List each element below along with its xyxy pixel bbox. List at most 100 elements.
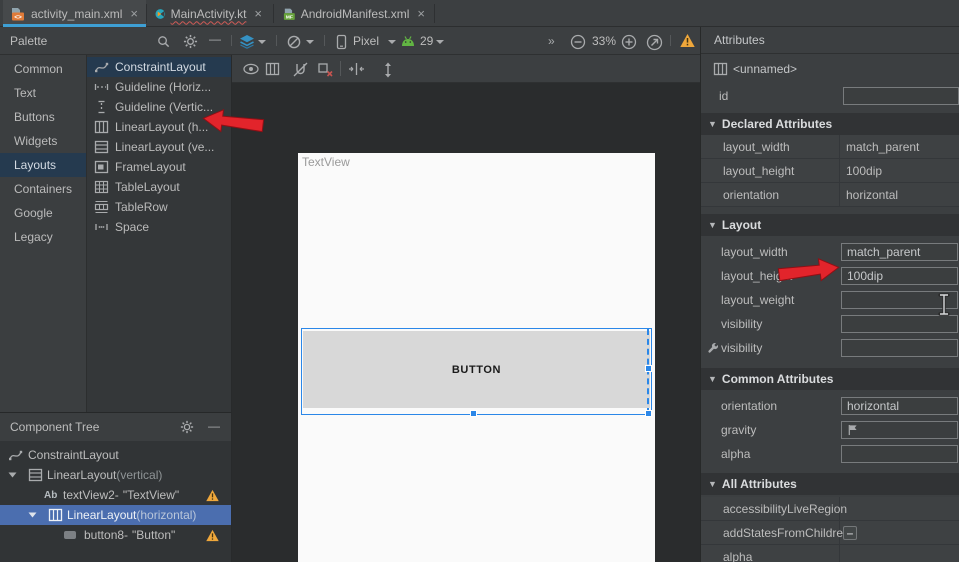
- palette-category-buttons[interactable]: Buttons: [0, 105, 86, 129]
- search-icon[interactable]: [156, 34, 171, 49]
- attribute-row[interactable]: layout_height 100dip: [701, 159, 959, 183]
- attribute-row[interactable]: addStatesFromChildren –: [701, 521, 959, 545]
- collapse-triangle-icon[interactable]: ▼: [708, 119, 717, 129]
- palette-item-framelayout[interactable]: FrameLayout: [87, 157, 231, 177]
- collapse-triangle-icon[interactable]: ▼: [708, 220, 717, 230]
- layout-weight-input[interactable]: [841, 291, 958, 309]
- palette-item-tablelayout[interactable]: TableLayout: [87, 177, 231, 197]
- warning-icon: [205, 489, 220, 502]
- chevron-down-icon[interactable]: [388, 40, 396, 44]
- tree-node-button8[interactable]: button8- "Button": [0, 525, 231, 545]
- designer-toolbar: Palette —: [0, 27, 700, 55]
- palette-category-layouts[interactable]: Layouts: [0, 153, 86, 177]
- zoom-out-icon[interactable]: [570, 34, 586, 50]
- attribute-row[interactable]: layout_width match_parent: [701, 135, 959, 159]
- clear-constraints-icon[interactable]: [317, 62, 334, 78]
- gear-icon[interactable]: [180, 420, 194, 434]
- autoconnect-off-magnet-icon[interactable]: [292, 62, 309, 78]
- android-api-icon[interactable]: [400, 36, 416, 47]
- alpha-row: alpha: [701, 442, 959, 466]
- close-icon[interactable]: ×: [130, 6, 138, 21]
- palette-category-containers[interactable]: Containers: [0, 177, 86, 201]
- chevron-down-icon[interactable]: [436, 40, 444, 44]
- toolbar-overflow-icon[interactable]: »: [548, 34, 555, 48]
- chevron-down-icon[interactable]: [306, 40, 314, 44]
- section-all-attributes[interactable]: ▼ All Attributes: [701, 473, 959, 495]
- palette-item-linearlayout-vertical[interactable]: LinearLayout (ve...: [87, 137, 231, 157]
- layout-height-input[interactable]: 100dip: [841, 267, 958, 285]
- warning-icon[interactable]: [679, 33, 696, 48]
- hide-palette-icon[interactable]: —: [209, 32, 221, 46]
- attribute-value[interactable]: horizontal: [846, 183, 898, 207]
- tristate-checkbox[interactable]: –: [843, 526, 857, 540]
- collapse-triangle-icon[interactable]: ▼: [708, 479, 717, 489]
- device-screen-canvas[interactable]: TextView BUTTON: [298, 153, 655, 562]
- resize-handle-bottom-right[interactable]: [645, 410, 652, 417]
- tab-mainactivity-kt[interactable]: MainActivity.kt ×: [148, 0, 269, 27]
- tab-label: AndroidManifest.xml: [301, 7, 410, 21]
- button-widget[interactable]: BUTTON: [303, 331, 650, 408]
- palette-item-linearlayout-horizontal[interactable]: LinearLayout (h...: [87, 117, 231, 137]
- close-icon[interactable]: ×: [417, 6, 425, 21]
- palette-item-space[interactable]: Space: [87, 217, 231, 237]
- orientation-input[interactable]: horizontal: [841, 397, 958, 415]
- tree-node-linearlayout-vertical[interactable]: LinearLayout(vertical): [0, 465, 231, 485]
- palette-category-common[interactable]: Common: [0, 57, 86, 81]
- palette-item-label: LinearLayout (h...: [115, 120, 208, 134]
- tab-androidmanifest-xml[interactable]: MF AndroidManifest.xml ×: [276, 0, 432, 27]
- default-margins-icon[interactable]: [348, 62, 365, 76]
- textview-icon: Ab: [44, 485, 57, 505]
- textview-widget[interactable]: TextView: [302, 155, 350, 169]
- design-surface-mode-icon[interactable]: [239, 34, 255, 49]
- id-input[interactable]: [843, 87, 959, 105]
- expand-arrow-icon[interactable]: [9, 473, 17, 478]
- device-name[interactable]: Pixel: [353, 34, 379, 48]
- palette-item-tablerow[interactable]: TableRow: [87, 197, 231, 217]
- tab-activity-main-xml[interactable]: <> activity_main.xml ×: [3, 0, 146, 27]
- linearlayout-vertical-icon: [28, 468, 43, 482]
- palette-category-google[interactable]: Google: [0, 201, 86, 225]
- expand-vertical-icon[interactable]: [382, 62, 394, 78]
- api-level[interactable]: 29: [420, 34, 433, 48]
- orientation-icon[interactable]: [286, 34, 302, 50]
- collapse-triangle-icon[interactable]: ▼: [708, 374, 717, 384]
- attribute-value[interactable]: match_parent: [846, 135, 919, 159]
- zoom-in-icon[interactable]: [621, 34, 637, 50]
- section-common-attributes[interactable]: ▼ Common Attributes: [701, 368, 959, 390]
- section-declared-attributes[interactable]: ▼ Declared Attributes: [701, 113, 959, 135]
- device-phone-icon[interactable]: [335, 34, 348, 50]
- framelayout-icon: [94, 160, 109, 174]
- close-icon[interactable]: ×: [254, 6, 262, 21]
- palette-item-guideline-horizontal[interactable]: Guideline (Horiz...: [87, 77, 231, 97]
- attribute-row[interactable]: accessibilityLiveRegion: [701, 497, 959, 521]
- id-attribute-row: id: [701, 84, 959, 108]
- palette-item-guideline-vertical[interactable]: Guideline (Vertic...: [87, 97, 231, 117]
- attribute-row[interactable]: orientation horizontal: [701, 183, 959, 207]
- attribute-value[interactable]: 100dip: [846, 159, 882, 183]
- tools-visibility-input[interactable]: [841, 339, 958, 357]
- attribute-label: layout_height: [723, 159, 794, 183]
- palette-category-text[interactable]: Text: [0, 81, 86, 105]
- gravity-input[interactable]: [841, 421, 958, 439]
- alpha-input[interactable]: [841, 445, 958, 463]
- linearlayout-orientation-icon[interactable]: [265, 62, 280, 76]
- resize-handle-bottom[interactable]: [470, 410, 477, 417]
- section-layout[interactable]: ▼ Layout: [701, 214, 959, 236]
- hide-tree-icon[interactable]: —: [208, 419, 220, 433]
- zoom-to-fit-icon[interactable]: [646, 34, 663, 51]
- tree-node-constraintlayout[interactable]: ConstraintLayout: [0, 445, 231, 465]
- visibility-input[interactable]: [841, 315, 958, 333]
- tree-node-textview2[interactable]: Ab textView2- "TextView": [0, 485, 231, 505]
- tree-node-linearlayout-horizontal-selected[interactable]: LinearLayout(horizontal): [0, 505, 231, 525]
- palette-item-constraintlayout[interactable]: ConstraintLayout: [87, 57, 231, 77]
- attribute-row[interactable]: alpha: [701, 545, 959, 562]
- chevron-down-icon[interactable]: [258, 40, 266, 44]
- declared-attributes-table: layout_width match_parent layout_height …: [701, 135, 959, 207]
- expand-arrow-icon[interactable]: [29, 513, 37, 518]
- gear-icon[interactable]: [183, 34, 198, 49]
- resize-handle-right[interactable]: [645, 365, 652, 372]
- palette-category-legacy[interactable]: Legacy: [0, 225, 86, 249]
- layout-width-input[interactable]: match_parent: [841, 243, 958, 261]
- palette-category-widgets[interactable]: Widgets: [0, 129, 86, 153]
- view-options-eye-icon[interactable]: [242, 62, 260, 76]
